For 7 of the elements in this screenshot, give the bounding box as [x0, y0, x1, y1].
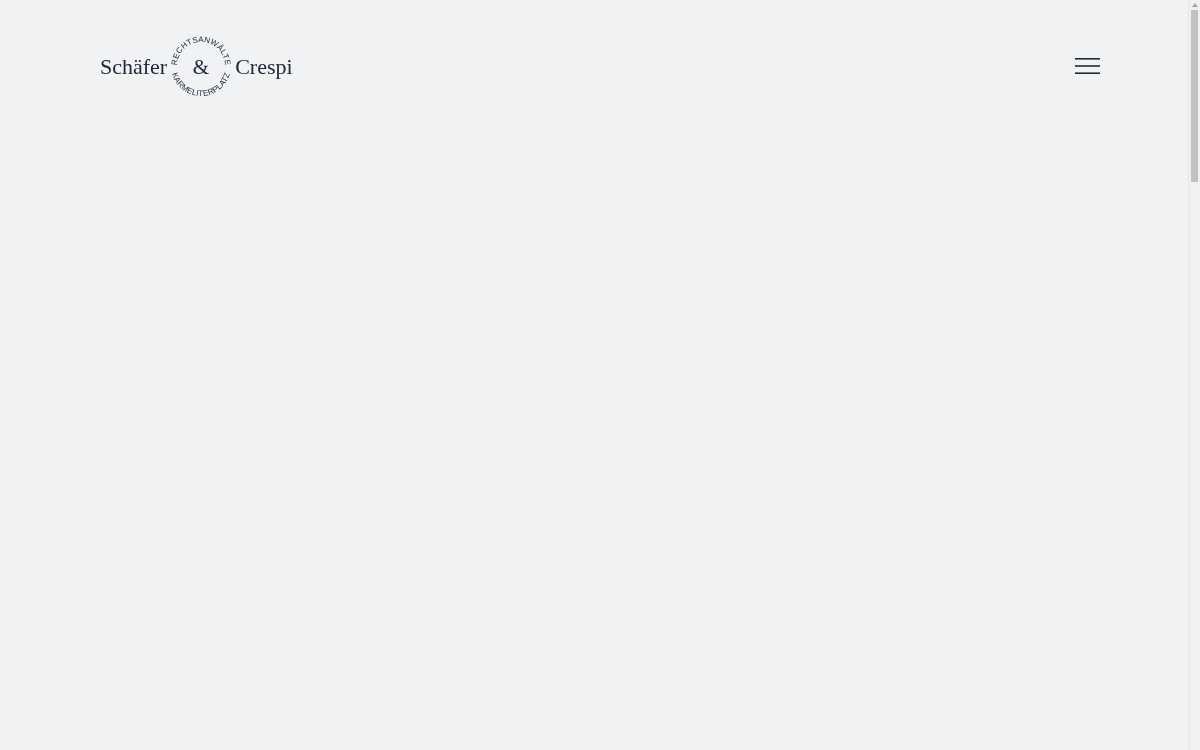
scrollbar[interactable]: [1188, 0, 1200, 750]
scrollbar-thumb[interactable]: [1191, 10, 1198, 182]
logo-name-left: Schäfer: [100, 54, 168, 78]
logo-name-right: Crespi: [235, 54, 293, 78]
menu-button[interactable]: [1075, 58, 1100, 74]
menu-icon: [1075, 58, 1100, 74]
scroll-up-icon[interactable]: [1191, 3, 1198, 7]
